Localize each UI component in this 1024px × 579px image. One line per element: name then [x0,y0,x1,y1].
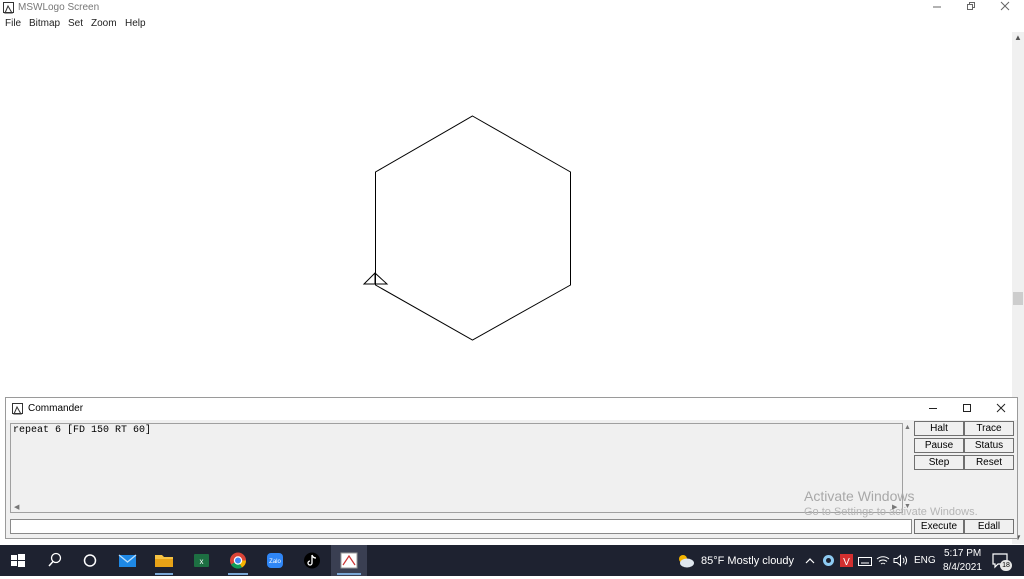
mswlogo-icon [337,552,361,575]
taskbar-file-explorer[interactable] [146,545,182,576]
search-icon [48,552,62,567]
mail-icon [118,554,137,567]
command-input[interactable] [10,519,912,534]
restore-button[interactable] [954,0,988,17]
reset-button[interactable]: Reset [964,455,1014,470]
status-button[interactable]: Status [964,438,1014,453]
windows-start-icon [11,554,25,567]
taskbar-chrome[interactable] [220,545,256,576]
history-line: repeat 6 [FD 150 RT 60] [13,425,152,436]
menu-help[interactable]: Help [125,18,146,29]
trace-button[interactable]: Trace [964,421,1014,436]
edall-button[interactable]: Edall [964,519,1014,534]
chrome-icon [228,552,248,575]
weather-text[interactable]: 85°F Mostly cloudy [701,555,794,567]
menu-file[interactable]: File [5,18,21,29]
start-button[interactable] [0,545,36,576]
svg-text:Zalo: Zalo [269,559,281,565]
commander-titlebar[interactable]: Commander [6,398,1017,420]
task-view-button[interactable] [72,545,108,576]
notification-count-badge: 18 [1000,560,1012,571]
taskbar: x Zalo 85°F Mostly cloudy V ENG 5:17 PM … [0,545,1024,576]
mswlogo-app-icon [3,2,14,14]
clock-time[interactable]: 5:17 PM [944,548,981,559]
scroll-left-icon[interactable]: ◀ [14,503,19,511]
scroll-up-icon[interactable]: ▲ [1012,32,1024,44]
menu-set[interactable]: Set [68,18,83,29]
close-icon [996,403,1006,413]
wifi-icon[interactable] [876,554,890,567]
pause-button[interactable]: Pause [914,438,964,453]
menu-bitmap[interactable]: Bitmap [29,18,60,29]
minimize-icon [933,6,941,8]
menu-zoom[interactable]: Zoom [91,18,117,29]
commander-title: Commander [28,403,84,414]
step-button[interactable]: Step [914,455,964,470]
taskbar-tiktok[interactable] [294,545,330,576]
vietkey-icon[interactable]: V [840,554,853,567]
commander-minimize-button[interactable] [916,400,950,418]
turtle-icon [362,272,389,285]
close-icon [1000,1,1010,11]
commander-maximize-button[interactable] [950,400,984,418]
drawing-canvas[interactable] [0,32,1012,396]
clock-date[interactable]: 8/4/2021 [943,562,982,573]
menu-bar: File Bitmap Set Zoom Help [0,17,1024,32]
app-tray-icon[interactable] [822,554,835,567]
execute-button[interactable]: Execute [914,519,964,534]
command-history[interactable]: repeat 6 [FD 150 RT 60] [10,423,903,513]
file-explorer-icon [155,555,173,575]
taskbar-mail[interactable] [109,545,145,576]
scroll-up-icon[interactable]: ▲ [904,424,911,431]
window-title: MSWLogo Screen [18,2,100,13]
svg-text:V: V [843,557,850,567]
taskbar-excel[interactable]: x [183,545,219,576]
excel-icon: x [194,554,209,567]
window-titlebar[interactable]: MSWLogo Screen [0,0,1024,17]
tiktok-icon [304,552,320,569]
halt-button[interactable]: Halt [914,421,964,436]
close-button[interactable] [988,0,1022,17]
taskbar-zalo[interactable]: Zalo [257,545,293,576]
svg-text:x: x [200,557,204,566]
volume-icon[interactable] [893,554,908,567]
task-view-icon [83,554,97,567]
commander-close-button[interactable] [984,400,1018,418]
language-indicator[interactable]: ENG [914,555,936,566]
commander-app-icon [12,403,23,415]
minimize-button[interactable] [920,0,954,17]
keyboard-icon[interactable] [858,555,872,567]
maximize-icon [963,404,971,412]
hexagon-drawing [375,115,571,341]
minimize-icon [929,408,937,409]
weather-cloud-icon [679,555,694,568]
restore-icon [967,2,975,10]
history-horizontal-scrollbar[interactable]: ◀ ▶ [10,503,903,513]
zalo-icon: Zalo [267,553,283,568]
chevron-up-icon[interactable] [804,555,816,567]
scrollbar-thumb[interactable] [1013,292,1023,305]
taskbar-mswlogo[interactable] [331,545,367,576]
activate-windows-subtitle: Go to Settings to activate Windows. [804,506,978,518]
activate-windows-title: Activate Windows [804,488,915,504]
notification-center-button[interactable]: 18 [990,551,1014,571]
search-button[interactable] [36,545,72,576]
